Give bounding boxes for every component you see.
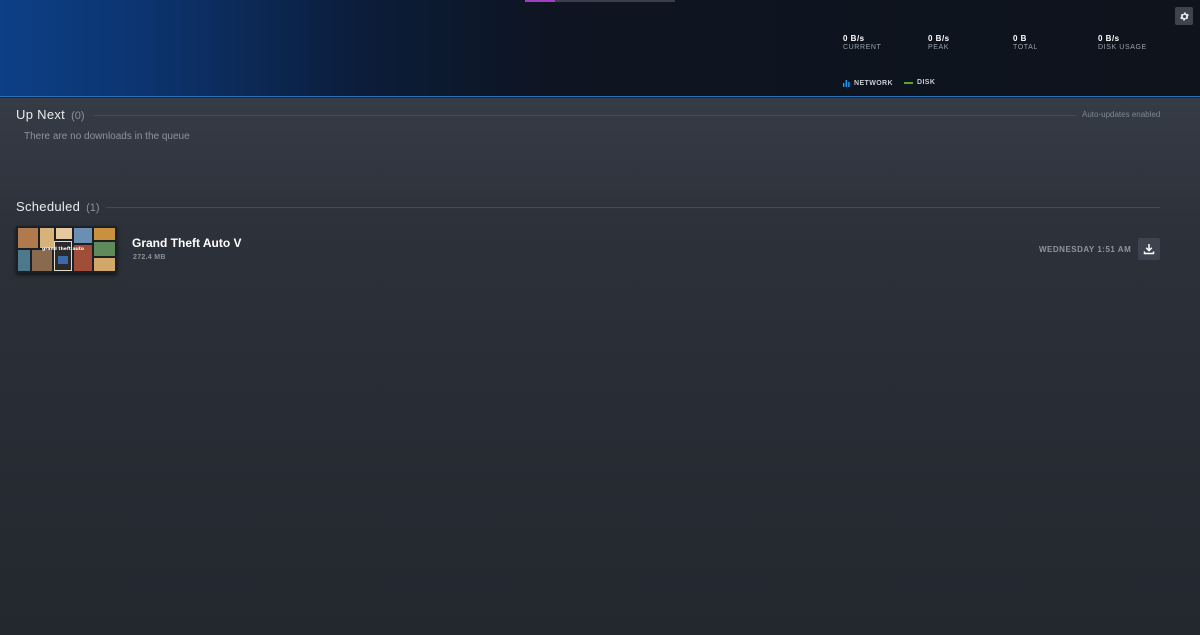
game-thumbnail[interactable]: grand theft auto [16, 226, 117, 273]
scheduled-count: (1) [86, 202, 100, 214]
legend-network[interactable]: NETWORK [843, 79, 893, 87]
legend-disk-label: DISK [917, 79, 936, 86]
up-next-divider [94, 115, 1076, 116]
game-download-size: 272.4 MB [133, 254, 166, 261]
stat-peak-value: 0 B/s [928, 34, 950, 43]
header-progress-accent [525, 0, 675, 2]
stat-total-label: TOTAL [1013, 44, 1038, 51]
bar-chart-icon [843, 80, 850, 87]
stat-peak-label: PEAK [928, 44, 950, 51]
up-next-title: Up Next [16, 107, 66, 122]
stat-current-label: CURRENT [843, 44, 882, 51]
stat-disk-usage-label: DISK USAGE [1098, 44, 1147, 51]
scheduled-heading: Scheduled (1) [16, 199, 100, 214]
queue-empty-message: There are no downloads in the queue [24, 131, 190, 142]
downloads-content: Up Next (0) Auto-updates enabled There a… [0, 98, 1200, 635]
download-icon [1143, 244, 1155, 255]
settings-button[interactable] [1175, 7, 1193, 25]
game-title[interactable]: Grand Theft Auto V [132, 236, 242, 250]
auto-updates-status: Auto-updates enabled [1082, 110, 1161, 119]
stat-peak: 0 B/s PEAK [928, 34, 950, 51]
scheduled-time: WEDNESDAY 1:51 AM [1039, 245, 1132, 254]
stat-current-value: 0 B/s [843, 34, 865, 43]
legend-network-label: NETWORK [854, 79, 893, 87]
stat-total-value: 0 B [1013, 34, 1027, 43]
stat-disk-usage: 0 B/s DISK USAGE [1098, 34, 1147, 51]
legend-disk[interactable]: DISK [904, 79, 935, 86]
stat-current: 0 B/s CURRENT [843, 34, 881, 51]
up-next-heading: Up Next (0) [16, 107, 85, 122]
scheduled-divider [106, 207, 1160, 208]
scheduled-item[interactable]: grand theft auto Grand Theft Auto V 272.… [16, 226, 1161, 274]
download-stats-header: 0 B/s CURRENT 0 B/s PEAK 0 B TOTAL 0 B/s… [0, 0, 1200, 97]
up-next-count: (0) [71, 110, 85, 122]
gta-logo-text: grand theft auto [42, 246, 84, 252]
start-download-button[interactable] [1138, 238, 1160, 260]
stat-disk-usage-value: 0 B/s [1098, 34, 1120, 43]
gear-icon [1179, 11, 1189, 21]
scheduled-title: Scheduled [16, 199, 81, 214]
stat-total: 0 B TOTAL [1013, 34, 1038, 51]
disk-line-icon [904, 81, 913, 84]
